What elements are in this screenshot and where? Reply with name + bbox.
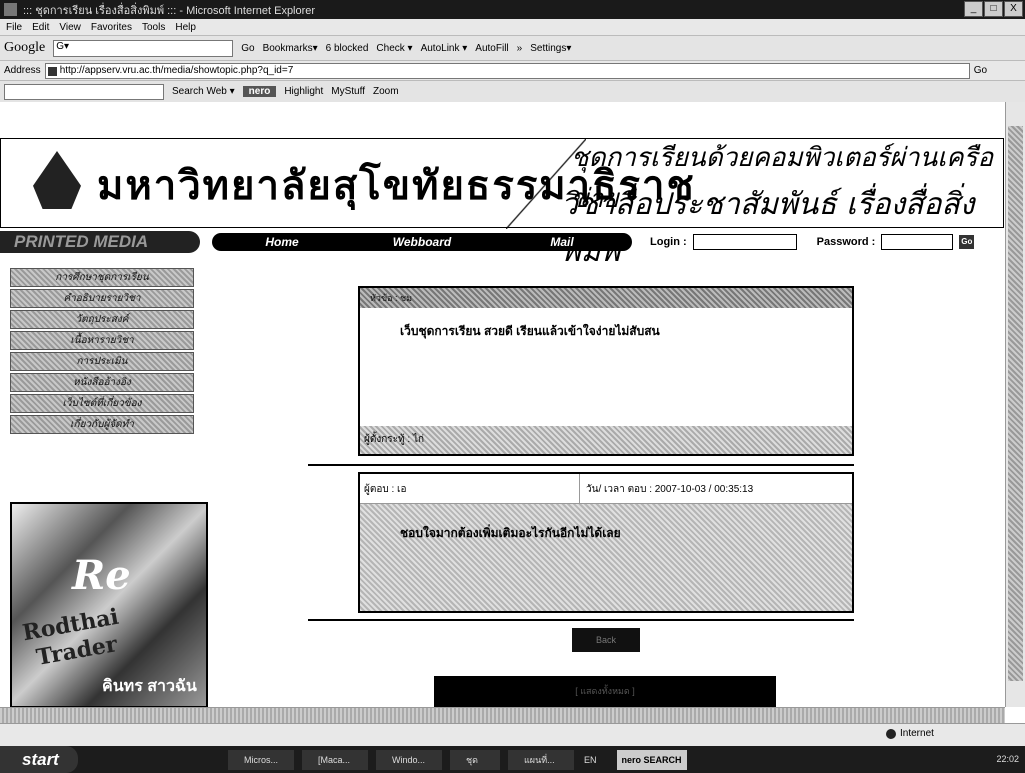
- ask-toolbar: Search Web ▾ nero Highlight MyStuff Zoom: [0, 80, 1025, 102]
- ie-icon: [4, 3, 17, 16]
- address-go-button[interactable]: Go: [974, 65, 987, 76]
- page-viewport: มหาวิทยาลัยสุโขทัยธรรมาธิราช ชุดการเรียน…: [0, 102, 1025, 707]
- sidebar-item-evaluation[interactable]: การประเมิน: [10, 352, 194, 371]
- nav-row: PRINTED MEDIA Home Webboard Mail Login :…: [0, 230, 1004, 254]
- clock: 22:02: [996, 754, 1019, 764]
- main-nav: Home Webboard Mail: [212, 233, 632, 251]
- sidebar-item-references[interactable]: หนังสืออ้างอิง: [10, 373, 194, 392]
- sidebar-item-study-guide[interactable]: การศึกษาชุดการเรียน: [10, 268, 194, 287]
- reply-author: ผู้ตอบ : เอ: [360, 474, 580, 503]
- reply-post: ผู้ตอบ : เอ วัน/ เวลา ตอบ : 2007-10-03 /…: [358, 472, 854, 613]
- sidebar-item-related-sites[interactable]: เว็บไซต์ที่เกี่ยวข้อง: [10, 394, 194, 413]
- password-label: Password :: [816, 236, 876, 248]
- window-controls: _ □ X: [964, 1, 1023, 17]
- nero-search-button[interactable]: nero SEARCH: [616, 749, 687, 770]
- address-input[interactable]: http://appserv.vru.ac.th/media/showtopic…: [44, 62, 970, 79]
- window-title: ::: ชุดการเรียน เรื่องสื่อสิ่งพิมพ์ ::: …: [23, 4, 316, 17]
- magazine-collage-image: Re Rodthai Trader คินทร สาวฉันม: [10, 502, 208, 707]
- maximize-button[interactable]: □: [984, 1, 1003, 17]
- address-bar: Address http://appserv.vru.ac.th/media/s…: [0, 60, 1025, 80]
- university-logo-icon: [33, 151, 81, 209]
- menu-tools[interactable]: Tools: [142, 22, 165, 33]
- menu-edit[interactable]: Edit: [32, 22, 49, 33]
- google-go-button[interactable]: Go: [241, 43, 254, 54]
- reply-body: ชอบใจมากต้องเพิ่มเติมอะไรกันอีกไม่ได้เลย: [400, 526, 621, 540]
- collage-text-thai: คินทร สาวฉันม: [102, 678, 197, 706]
- login-input[interactable]: [692, 234, 797, 250]
- sidebar-item-about-authors[interactable]: เกี่ยวกับผู้จัดทำ: [10, 415, 194, 434]
- search-web-button[interactable]: Search Web ▾: [172, 86, 235, 97]
- divider: [308, 464, 854, 466]
- globe-icon: [886, 728, 896, 739]
- google-search-input[interactable]: G▾: [53, 39, 234, 57]
- menu-favorites[interactable]: Favorites: [91, 22, 132, 33]
- horizontal-scrollbar[interactable]: [0, 707, 1005, 723]
- nero-button[interactable]: nero: [242, 86, 277, 97]
- back-button[interactable]: Back: [572, 628, 640, 652]
- popup-blocker-button[interactable]: 6 blocked: [326, 43, 369, 54]
- menu-view[interactable]: View: [59, 22, 81, 33]
- reply-datetime: วัน/ เวลา ตอบ : 2007-10-03 / 00:35:13: [586, 484, 754, 495]
- toolbar-overflow-button[interactable]: »: [517, 43, 523, 54]
- show-all-button[interactable]: [ แสดงทั้งหมด ]: [434, 676, 776, 707]
- zone-label: Internet: [900, 728, 934, 739]
- spell-check-button[interactable]: Check ▾: [376, 43, 412, 54]
- menu-help[interactable]: Help: [175, 22, 196, 33]
- divider: [308, 619, 854, 621]
- google-logo: Google: [4, 40, 46, 55]
- window-titlebar: ::: ชุดการเรียน เรื่องสื่อสิ่งพิมพ์ ::: …: [0, 0, 1025, 19]
- vertical-scrollbar[interactable]: [1005, 102, 1025, 707]
- topic-body: เว็บชุดการเรียน สวยดี เรียนแล้วเข้าใจง่า…: [360, 308, 852, 426]
- topic-header: หัวข้อ : ชม: [360, 288, 852, 308]
- sidebar-menu: การศึกษาชุดการเรียน คำอธิบายรายวิชา วัตถ…: [10, 268, 194, 436]
- topic-author: ผู้ตั้งกระทู้ : ไก่: [360, 426, 852, 454]
- address-label: Address: [4, 65, 41, 76]
- login-label: Login :: [650, 236, 687, 248]
- password-input[interactable]: [881, 234, 954, 250]
- site-banner: มหาวิทยาลัยสุโขทัยธรรมาธิราช ชุดการเรียน…: [0, 138, 1004, 269]
- sidebar-item-content[interactable]: เนื้อหารายวิชา: [10, 331, 194, 350]
- task-button[interactable]: แผนที่...: [508, 749, 574, 770]
- autolink-button[interactable]: AutoLink ▾: [421, 43, 468, 54]
- minimize-button[interactable]: _: [964, 1, 983, 17]
- security-zone: Internet: [886, 728, 934, 739]
- task-button[interactable]: [Maca...: [302, 749, 368, 770]
- autofill-button[interactable]: AutoFill: [475, 43, 508, 54]
- login-form: Login : Password : Go: [650, 234, 975, 250]
- start-button[interactable]: start: [0, 746, 78, 773]
- topic-post: หัวข้อ : ชม เว็บชุดการเรียน สวยดี เรียนแ…: [358, 286, 854, 456]
- status-bar: Internet: [0, 723, 1025, 746]
- brand-tab: PRINTED MEDIA: [0, 231, 200, 253]
- task-button[interactable]: ชุด: [450, 749, 500, 770]
- nav-mail-link[interactable]: Mail: [492, 235, 632, 249]
- menu-bar: File Edit View Favorites Tools Help: [0, 19, 1025, 35]
- scrollbar-thumb[interactable]: [1008, 126, 1023, 681]
- taskbar: start Micros... [Maca... Windo... ชุด แผ…: [0, 746, 1025, 773]
- google-settings-button[interactable]: Settings▾: [530, 43, 571, 54]
- ask-search-input[interactable]: [4, 83, 164, 100]
- google-toolbar: Google G▾ Go Bookmarks▾ 6 blocked Check …: [0, 35, 1025, 60]
- login-go-button[interactable]: Go: [959, 235, 975, 249]
- mystuff-button[interactable]: MyStuff: [331, 86, 365, 97]
- language-indicator[interactable]: EN: [584, 755, 597, 765]
- banner-tagline-2: วิชาสื่อประชาสัมพันธ์ เรื่องสื่อสิ่งพิมพ…: [561, 187, 975, 269]
- task-button[interactable]: Micros...: [228, 749, 294, 770]
- sidebar-item-course-description[interactable]: คำอธิบายรายวิชา: [10, 289, 194, 308]
- reply-header: ผู้ตอบ : เอ วัน/ เวลา ตอบ : 2007-10-03 /…: [360, 474, 852, 504]
- nav-home-link[interactable]: Home: [212, 235, 352, 249]
- task-button[interactable]: Windo...: [376, 749, 442, 770]
- collage-text-re: Re: [72, 552, 131, 599]
- sidebar-item-objectives[interactable]: วัตถุประสงค์: [10, 310, 194, 329]
- menu-file[interactable]: File: [6, 22, 22, 33]
- google-bookmarks-button[interactable]: Bookmarks▾: [263, 43, 318, 54]
- nav-webboard-link[interactable]: Webboard: [352, 235, 492, 249]
- highlight-button[interactable]: Highlight: [284, 86, 323, 97]
- zoom-button[interactable]: Zoom: [373, 86, 399, 97]
- close-button[interactable]: X: [1004, 1, 1023, 17]
